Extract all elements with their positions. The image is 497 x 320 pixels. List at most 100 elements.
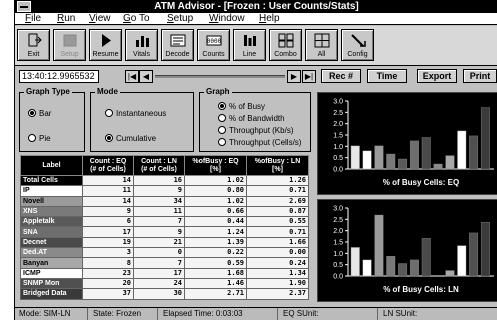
combo-icon bbox=[278, 33, 294, 48]
table-row[interactable]: IP 11 9 0.80 0.71 bbox=[20, 185, 309, 197]
step-back-button[interactable]: ◀ bbox=[139, 70, 153, 83]
time-field[interactable]: 13:40:12.9965532 bbox=[19, 70, 99, 83]
bar-bridged-data bbox=[480, 107, 490, 170]
menu-window[interactable]: Window bbox=[209, 13, 245, 25]
combo-button[interactable]: Combo bbox=[269, 29, 302, 61]
graph-throughput-kb-radio[interactable]: Throughput (Kb/s) bbox=[218, 126, 293, 135]
graph-bandwidth-radio[interactable]: % of Bandwidth bbox=[218, 114, 285, 123]
fast-forward-button[interactable]: ▶| bbox=[302, 70, 316, 83]
rewind-button[interactable]: |◀ bbox=[125, 70, 139, 83]
bar-ip bbox=[362, 259, 372, 277]
table-row[interactable]: Bridged Data 37 30 2.71 2.37 bbox=[20, 288, 309, 300]
menu-help[interactable]: Help bbox=[259, 13, 280, 25]
rec-number-button[interactable]: Rec # bbox=[321, 69, 361, 83]
table-row[interactable]: Novell 14 34 1.02 2.69 bbox=[20, 195, 309, 207]
graph-throughput-cells-radio[interactable]: Throughput (Cells/s) bbox=[218, 138, 301, 147]
graph-type-pie-radio[interactable]: Pie bbox=[28, 134, 51, 143]
graph-group: Graph % of Busy % of Bandwidth Throughpu… bbox=[199, 87, 311, 152]
system-menu-icon[interactable] bbox=[17, 1, 31, 12]
counts-button[interactable]: 0000 Counts bbox=[197, 29, 230, 61]
table-cell: 1.68 bbox=[184, 267, 247, 279]
table-row[interactable]: Decnet 19 21 1.39 1.66 bbox=[20, 236, 309, 249]
time-button[interactable]: Time bbox=[367, 69, 407, 83]
menu-file[interactable]: File bbox=[25, 13, 41, 25]
decode-button[interactable]: Decode bbox=[161, 29, 194, 61]
table-cell: 0.24 bbox=[246, 257, 309, 269]
radio-empty-icon bbox=[28, 134, 36, 142]
row-label: Novell bbox=[20, 195, 83, 207]
menu-view[interactable]: View bbox=[89, 13, 111, 25]
setup-button[interactable]: Setup bbox=[53, 29, 86, 61]
status-divider bbox=[277, 308, 278, 320]
y-tick-label: 1.0 bbox=[333, 144, 343, 151]
export-button[interactable]: Export bbox=[417, 69, 457, 83]
table-cell: 23 bbox=[82, 267, 134, 279]
table-cell: 1.24 bbox=[184, 226, 247, 238]
table-cell: 21 bbox=[133, 236, 185, 249]
table-cell: 0.59 bbox=[184, 257, 247, 269]
decode-label: Decode bbox=[165, 51, 190, 58]
y-tick-label: 2.5 bbox=[333, 217, 343, 224]
table-cell: 16 bbox=[133, 174, 185, 187]
table-row[interactable]: Banyan 8 7 0.59 0.24 bbox=[20, 257, 309, 269]
table-cell: 1.46 bbox=[184, 277, 247, 290]
graph-type-bar-radio[interactable]: Bar bbox=[28, 109, 51, 118]
bar-banyan bbox=[445, 155, 455, 170]
record-slider[interactable] bbox=[155, 75, 285, 78]
mode-cumulative-radio[interactable]: Cumulative bbox=[105, 134, 156, 143]
config-button[interactable]: Config bbox=[341, 29, 374, 61]
exit-button[interactable]: Exit bbox=[17, 29, 50, 61]
bar-icmp bbox=[457, 245, 467, 277]
table-cell: 2.71 bbox=[184, 288, 247, 300]
graph-busy-radio[interactable]: % of Busy bbox=[218, 102, 265, 111]
menu-goto[interactable]: Go To bbox=[123, 13, 150, 25]
status-divider bbox=[377, 308, 378, 320]
radio-empty-icon bbox=[105, 109, 113, 117]
table-row[interactable]: Total Cells 14 16 1.02 1.26 bbox=[20, 174, 309, 187]
table-cell: 6 bbox=[82, 216, 134, 228]
vitals-icon bbox=[136, 36, 149, 47]
all-button[interactable]: All bbox=[305, 29, 338, 61]
table-cell: 1.66 bbox=[246, 236, 309, 249]
table-row[interactable]: SNA 17 9 1.24 0.71 bbox=[20, 226, 309, 238]
print-button[interactable]: Print bbox=[463, 69, 497, 83]
setup-icon bbox=[63, 34, 77, 47]
resume-button[interactable]: Resume bbox=[89, 29, 122, 61]
bar-decnet bbox=[421, 137, 431, 170]
status-divider bbox=[87, 308, 88, 320]
table-row[interactable]: Ded.AT 3 0 0.22 0.00 bbox=[20, 247, 309, 259]
y-tick-label: 3.0 bbox=[333, 206, 343, 213]
status-bar: Mode: SIM-LN State: Frozen Elapsed Time:… bbox=[15, 307, 497, 320]
y-tick-label: 0.5 bbox=[333, 262, 343, 269]
table-cell: 20 bbox=[82, 277, 134, 290]
record-control-row: 13:40:12.9965532 |◀ ◀ ▶ ▶| Rec # Time Ex… bbox=[15, 68, 497, 84]
table-cell: 0.22 bbox=[184, 247, 247, 259]
status-eq-sunit: EQ SUnit: bbox=[283, 309, 319, 318]
mode-instantaneous-label: Instantaneous bbox=[116, 109, 167, 118]
toolbar: Exit Setup Resume Vitals Decode 0000 Cou… bbox=[15, 26, 497, 66]
table-row[interactable]: Appletalk 6 7 0.44 0.55 bbox=[20, 216, 309, 228]
chart-eq-panel: 3.0 2.5 2.0 1.5 1.0 0.5 0.0 % of Busy Cells: EQ bbox=[317, 92, 497, 195]
vitals-button[interactable]: Vitals bbox=[125, 29, 158, 61]
graph-type-pie-label: Pie bbox=[39, 134, 51, 143]
y-tick-label: 3.0 bbox=[333, 99, 343, 106]
table-row[interactable]: XNS 9 11 0.66 0.87 bbox=[20, 205, 309, 218]
table-cell: 1.26 bbox=[246, 174, 309, 187]
row-label: IP bbox=[20, 185, 83, 197]
table-cell: 9 bbox=[133, 185, 185, 197]
table-cell: 11 bbox=[133, 205, 185, 218]
step-forward-button[interactable]: ▶ bbox=[287, 70, 301, 83]
chart-title: % of Busy Cells: EQ bbox=[383, 178, 459, 187]
counts-icon: 0000 bbox=[206, 35, 222, 46]
counts-label: Counts bbox=[202, 51, 225, 58]
table-row[interactable]: ICMP 23 17 1.68 1.34 bbox=[20, 267, 309, 279]
table-row[interactable]: SNMP Mon 20 24 1.46 1.90 bbox=[20, 277, 309, 290]
graph-type-bar-label: Bar bbox=[39, 109, 52, 118]
mode-instantaneous-radio[interactable]: Instantaneous bbox=[105, 109, 166, 118]
line-button[interactable]: Line bbox=[233, 29, 266, 61]
combo-label: Combo bbox=[274, 51, 297, 58]
chart-title: % of Busy Cells: LN bbox=[383, 285, 459, 294]
menu-setup[interactable]: Setup bbox=[167, 13, 193, 25]
row-label: SNA bbox=[20, 226, 83, 238]
menu-run[interactable]: Run bbox=[57, 13, 75, 25]
